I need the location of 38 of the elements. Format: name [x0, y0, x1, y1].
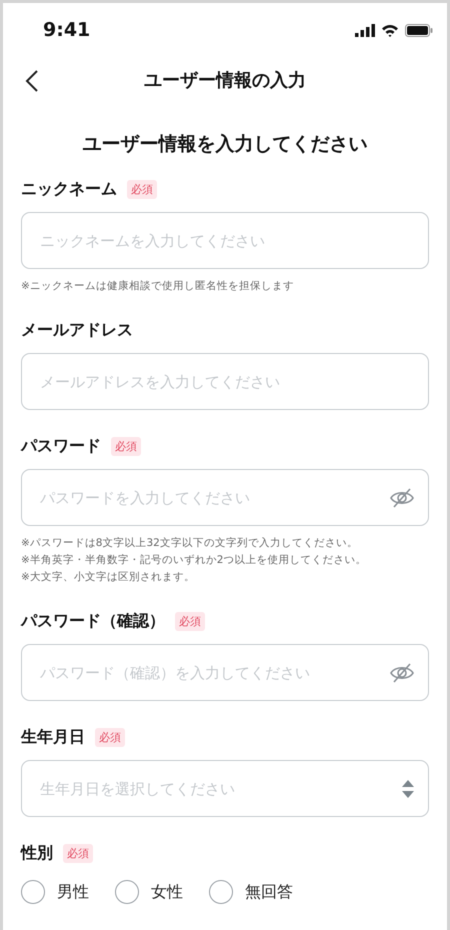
date-select-field[interactable]: 生年月日を選択してください — [21, 760, 429, 817]
password-field[interactable]: パスワードを入力してください — [21, 469, 429, 526]
field-label: 性別 — [21, 843, 53, 864]
field-note: ※ニックネームは健康相談で使用し匿名性を担保します — [21, 279, 295, 294]
field-label: ニックネーム — [21, 179, 117, 200]
radio-option[interactable]: 無回答 — [209, 880, 293, 904]
eye-off-icon — [389, 486, 415, 508]
field-note: ※半角英字・半角数字・記号のいずれか2つ以上を使用してください。 — [21, 553, 368, 568]
screen-title: ユーザー情報の入力 — [144, 69, 306, 92]
wifi-icon — [381, 24, 399, 36]
toggle-visibility-button[interactable] — [389, 662, 415, 684]
toggle-visibility-button[interactable] — [389, 486, 415, 508]
eye-off-icon — [389, 662, 415, 684]
input-field[interactable]: メールアドレスを入力してください — [21, 353, 429, 410]
back-icon — [25, 69, 39, 93]
radio-circle[interactable] — [21, 880, 45, 904]
radio-option[interactable]: 男性 — [21, 880, 89, 904]
password-field[interactable]: パスワード（確認）を入力してください — [21, 644, 429, 701]
signal-icon — [355, 24, 375, 36]
sort-arrows-icon — [401, 778, 415, 798]
battery-icon — [405, 24, 433, 36]
radio-circle[interactable] — [209, 880, 233, 904]
field-label: パスワード（確認） — [21, 611, 165, 632]
radio-option[interactable]: 女性 — [115, 880, 183, 904]
field-label: メールアドレス — [21, 320, 133, 341]
required-badge: 必須 — [95, 728, 125, 747]
field-note: ※パスワードは8文字以上32文字以下の文字列で入力してください。 — [21, 536, 359, 551]
form-heading: ユーザー情報を入力してください — [82, 132, 368, 157]
status-time: 9:41 — [43, 19, 90, 41]
input-field[interactable]: ニックネームを入力してください — [21, 212, 429, 269]
required-badge: 必須 — [175, 612, 205, 631]
field-label: パスワード — [21, 436, 101, 457]
field-note: ※大文字、小文字は区別されます。 — [21, 570, 196, 585]
field-label: 生年月日 — [21, 727, 85, 748]
required-badge: 必須 — [127, 180, 157, 199]
radio-circle[interactable] — [115, 880, 139, 904]
required-badge: 必須 — [111, 437, 141, 456]
required-badge: 必須 — [63, 844, 93, 863]
